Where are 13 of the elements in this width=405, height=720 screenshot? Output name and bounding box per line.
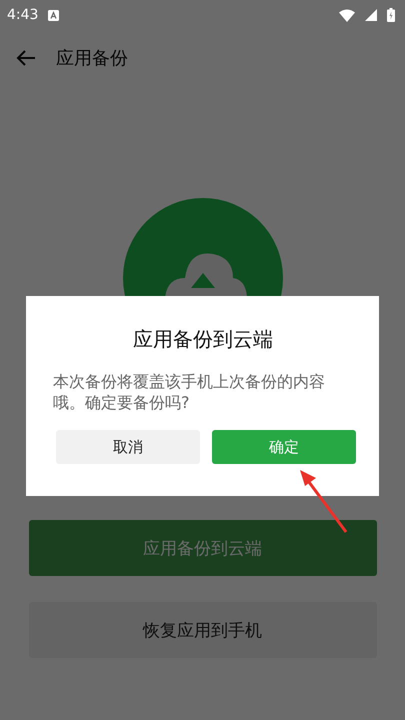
restore-button[interactable]: 恢复应用到手机 (28, 602, 376, 658)
confirm-button[interactable]: 确定 (212, 430, 356, 464)
screen-title: 应用备份 (56, 46, 128, 70)
signal-icon (365, 9, 377, 21)
status-time: 4:43 (7, 7, 38, 23)
dialog-message: 本次备份将覆盖该手机上次备份的内容哦。确定要备份吗? (53, 371, 326, 413)
notification-icon (48, 10, 60, 20)
dialog-title: 应用备份到云端 (132, 326, 274, 353)
battery-icon (387, 8, 395, 22)
backup-button[interactable]: 应用备份到云端 (28, 520, 376, 576)
wifi-icon (339, 8, 355, 22)
cancel-button[interactable]: 取消 (56, 430, 200, 464)
back-arrow-icon[interactable] (16, 50, 36, 66)
